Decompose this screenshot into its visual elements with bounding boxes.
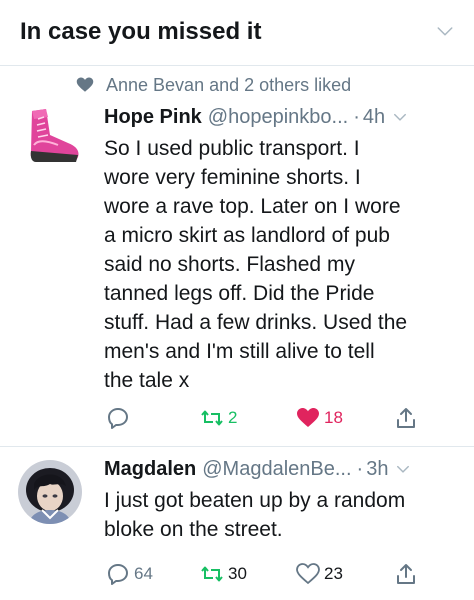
like-button[interactable]: 18 [296,406,343,430]
tweet[interactable]: Magdalen @MagdalenBe... · 3h I just got … [104,456,460,544]
social-context: Anne Bevan and 2 others liked [76,72,351,98]
retweet-button[interactable]: 30 [200,562,247,586]
avatar[interactable] [18,460,82,524]
reply-icon [108,408,128,429]
retweet-button[interactable]: 2 [200,406,237,430]
reply-count: 64 [134,564,153,583]
separator-dot: · [353,106,360,128]
reply-button[interactable] [106,406,134,430]
tweet-header: Magdalen @MagdalenBe... · 3h [104,456,460,482]
username[interactable]: @MagdalenBe... [202,456,351,482]
chevron-down-icon[interactable] [396,462,410,476]
like-button[interactable]: 23 [296,562,343,586]
tweet-text: So I used public transport. I wore very … [104,137,408,392]
like-count: 18 [324,408,343,427]
timestamp[interactable]: 3h [366,456,388,482]
chevron-down-icon[interactable] [436,22,454,40]
heart-filled-icon [297,408,319,427]
avatar-image [18,460,82,524]
share-button[interactable] [394,562,418,586]
heart-outline-icon [296,563,320,585]
chevron-down-icon[interactable] [393,110,407,124]
retweet-icon [201,566,223,582]
social-context-text: Anne Bevan and 2 others liked [106,74,352,95]
retweet-count: 2 [228,408,238,427]
share-button[interactable] [394,406,418,430]
reply-icon [108,564,128,585]
section-title: In case you missed it [20,18,262,45]
timestamp[interactable]: 4h [363,104,385,130]
tweet-text: I just got beaten up by a random bloke o… [104,489,406,541]
retweet-icon [201,410,223,426]
display-name[interactable]: Hope Pink [104,104,202,130]
tweet-header: Hope Pink @hopepinkbo... · 4h [104,104,460,130]
display-name[interactable]: Magdalen [104,456,196,482]
retweet-count: 30 [228,564,247,583]
reply-button[interactable]: 64 [106,562,153,586]
like-count: 23 [324,564,343,583]
section-header: In case you missed it [0,0,474,66]
tweet-divider [0,446,474,447]
separator-dot: · [356,458,364,480]
username[interactable]: @hopepinkbo... [208,104,348,130]
avatar[interactable] [18,105,82,169]
tweet[interactable]: Hope Pink @hopepinkbo... · 4h So I used … [104,104,460,395]
heart-icon [76,77,94,92]
share-icon [397,564,415,584]
share-icon [397,408,415,428]
